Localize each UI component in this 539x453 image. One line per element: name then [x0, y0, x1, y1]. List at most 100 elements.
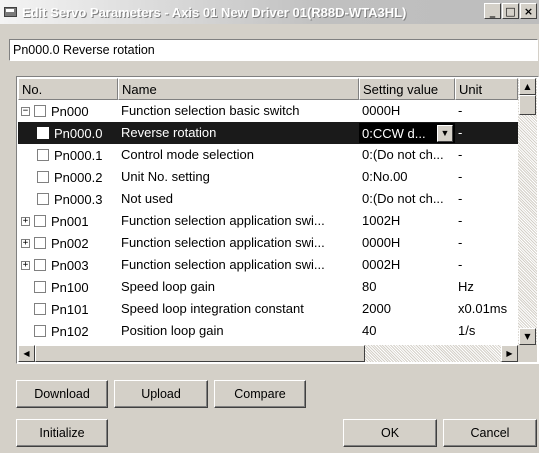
parameter-name: Position loop gain [121, 323, 224, 338]
header-unit[interactable]: Unit [455, 78, 518, 100]
parameter-number: Pn000.3 [54, 191, 103, 207]
scroll-left-button[interactable]: ◀ [18, 345, 35, 362]
parameter-unit: - [458, 235, 463, 250]
table-row[interactable]: + Pn003 Function selection application swi… [18, 254, 518, 276]
row-checkbox[interactable] [34, 105, 46, 117]
vertical-scroll-thumb[interactable] [519, 95, 536, 115]
grid-header: No. Name Setting value Unit [18, 78, 518, 100]
parameter-number: Pn101 [51, 301, 89, 317]
compare-button[interactable]: Compare [214, 380, 306, 408]
parameter-name: Reverse rotation [121, 125, 217, 140]
row-checkbox[interactable] [34, 325, 46, 337]
setting-value-text: 0:CCW d... [362, 125, 426, 141]
ok-button[interactable]: OK [343, 419, 437, 447]
table-row[interactable]: Pn000.2 Unit No. setting 0:No.00- [18, 166, 518, 188]
setting-value[interactable]: 0000H [359, 232, 455, 254]
minimize-button[interactable]: _ [484, 3, 501, 19]
table-row[interactable]: Pn000.0 Reverse rotation 0:CCW d... ▼ - [18, 122, 518, 144]
row-checkbox[interactable] [37, 127, 49, 139]
expand-icon[interactable]: + [21, 216, 30, 226]
vertical-scrollbar[interactable]: ▲ ▼ [518, 78, 537, 345]
table-row[interactable]: Pn000.3 Not used 0:(Do not ch... - [18, 188, 518, 210]
close-button[interactable]: × [520, 3, 537, 19]
setting-value[interactable]: 1002H [359, 210, 455, 232]
app-icon [3, 5, 19, 19]
header-setting-value[interactable]: Setting value [359, 78, 455, 100]
horizontal-scroll-thumb[interactable] [35, 345, 365, 362]
table-row[interactable]: Pn102 Position loop gain 40 1/s [18, 320, 518, 342]
table-row[interactable]: − Pn000 Function selection basic switch 000… [18, 100, 518, 122]
parameter-name: Control mode selection [121, 147, 254, 162]
parameter-name: Speed loop integration constant [121, 301, 304, 316]
setting-value[interactable]: 40 [359, 320, 455, 342]
row-checkbox[interactable] [34, 281, 46, 293]
parameter-number: Pn001 [51, 213, 89, 229]
row-checkbox[interactable] [34, 303, 46, 315]
parameter-name: Function selection application swi... [121, 213, 325, 228]
setting-value[interactable]: 0002H [359, 254, 455, 276]
parameter-number: Pn000.1 [54, 147, 103, 163]
chevron-down-icon[interactable]: ▼ [437, 124, 453, 142]
scroll-up-button[interactable]: ▲ [519, 78, 536, 95]
row-checkbox[interactable] [34, 259, 46, 271]
parameter-number: Pn100 [51, 279, 89, 295]
parameter-unit: - [458, 257, 463, 272]
parameter-number: Pn102 [51, 323, 89, 339]
parameter-grid: No. Name Setting value Unit − Pn000 Functi… [16, 76, 539, 364]
download-button[interactable]: Download [16, 380, 108, 408]
row-number-cell: Pn100 [18, 276, 118, 298]
row-number-cell: Pn000.3 [18, 188, 118, 210]
setting-value[interactable]: 0:No.00 [359, 166, 455, 188]
parameter-unit: - [458, 191, 463, 206]
row-number-cell: + Pn003 [18, 254, 118, 276]
scroll-right-button[interactable]: ▶ [501, 345, 518, 362]
table-row[interactable]: Pn100 Speed loop gain 80 Hz [18, 276, 518, 298]
header-name[interactable]: Name [118, 78, 359, 100]
parameter-unit: - [458, 147, 463, 162]
setting-value-dropdown[interactable]: 0:CCW d... ▼ [359, 123, 455, 143]
row-checkbox[interactable] [34, 215, 46, 227]
cancel-button[interactable]: Cancel [443, 419, 537, 447]
setting-value[interactable]: 0:(Do not ch... [359, 188, 455, 210]
row-number-cell: + Pn002 [18, 232, 118, 254]
upload-button[interactable]: Upload [114, 380, 208, 408]
parameter-unit: 1/s [458, 323, 476, 338]
expand-icon[interactable]: + [21, 260, 30, 270]
scroll-down-button[interactable]: ▼ [519, 328, 536, 345]
row-number-cell: Pn000.1 [18, 144, 118, 166]
expand-icon[interactable]: + [21, 238, 30, 248]
parameter-name: Function selection basic switch [121, 103, 300, 118]
horizontal-scrollbar[interactable]: ◀ ▶ [18, 345, 518, 362]
row-checkbox[interactable] [34, 237, 46, 249]
header-no[interactable]: No. [18, 78, 118, 100]
parameter-name: Not used [121, 191, 174, 206]
table-row[interactable]: + Pn001 Function selection application swi… [18, 210, 518, 232]
collapse-icon[interactable]: − [21, 106, 30, 116]
parameter-name: Function selection application swi... [121, 235, 325, 250]
parameter-number: Pn000.2 [54, 169, 103, 185]
parameter-unit: - [458, 213, 463, 228]
row-checkbox[interactable] [37, 149, 49, 161]
parameter-number: Pn000.0 [54, 125, 103, 141]
parameter-name: Function selection application swi... [121, 257, 325, 272]
parameter-name: Speed loop gain [121, 279, 215, 294]
setting-value[interactable]: 2000 [359, 298, 455, 320]
initialize-button[interactable]: Initialize [16, 419, 108, 447]
row-checkbox[interactable] [37, 171, 49, 183]
setting-value[interactable]: 0000H [359, 100, 455, 122]
table-row[interactable]: Pn000.1 Control mode selection 0:(Do not c… [18, 144, 518, 166]
parameter-unit: - [458, 169, 463, 184]
setting-value[interactable]: 80 [359, 276, 455, 298]
setting-value[interactable]: 0:(Do not ch... [359, 144, 455, 166]
maximize-button[interactable]: □ [502, 3, 519, 19]
row-checkbox[interactable] [37, 193, 49, 205]
title-bar[interactable]: Edit Servo Parameters - Axis 01 New Driv… [0, 0, 539, 24]
table-row[interactable]: + Pn002 Function selection application swi… [18, 232, 518, 254]
table-row[interactable]: Pn101 Speed loop integration constant 2000… [18, 298, 518, 320]
row-number-cell: Pn102 [18, 320, 118, 342]
